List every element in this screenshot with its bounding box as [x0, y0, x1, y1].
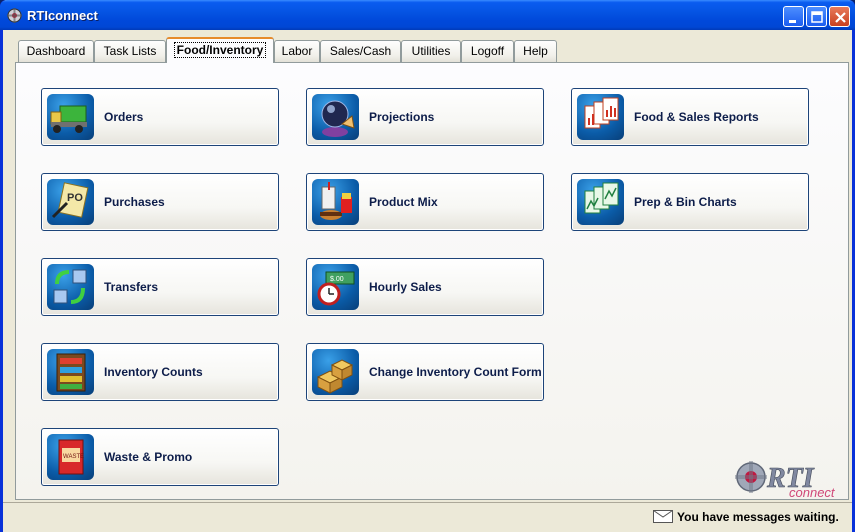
- button-label: Orders: [104, 110, 144, 124]
- product-mix-button[interactable]: Product Mix: [306, 173, 544, 231]
- logo-gear-icon: [735, 461, 767, 493]
- minimize-icon: [789, 20, 796, 23]
- shelves-icon: [47, 349, 94, 395]
- boxes-icon: [312, 349, 359, 395]
- purchase-order-icon: PO: [47, 179, 94, 225]
- waste-bin-icon: WASTE: [47, 434, 94, 480]
- clock-icon: $.00: [312, 264, 359, 310]
- reports-icon: [577, 94, 624, 140]
- button-label: Inventory Counts: [104, 365, 203, 379]
- tab-label: Task Lists: [103, 44, 157, 58]
- fast-food-icon: [312, 179, 359, 225]
- button-label: Change Inventory Count Form: [369, 365, 542, 379]
- button-label: Food & Sales Reports: [634, 110, 759, 124]
- transfer-arrows-icon: [47, 264, 94, 310]
- delivery-truck-icon: [47, 94, 94, 140]
- status-bar: You have messages waiting.: [3, 502, 852, 532]
- svg-text:PO: PO: [67, 192, 83, 204]
- tab-sales-cash[interactable]: Sales/Cash: [320, 40, 401, 62]
- tab-label: Logoff: [470, 44, 505, 58]
- client-area: Dashboard Task Lists Food/Inventory Labo…: [3, 30, 852, 532]
- tab-labor[interactable]: Labor: [274, 40, 320, 62]
- app-window: RTIconnect Dashboard Task Lists Food/Inv…: [0, 0, 855, 532]
- tab-label: Help: [523, 44, 548, 58]
- tab-label: Food/Inventory: [173, 42, 267, 58]
- button-label: Purchases: [104, 195, 165, 209]
- tab-panel: Orders PO Purchases Transfers Inventory …: [15, 62, 849, 500]
- maximize-button[interactable]: [806, 6, 827, 27]
- maximize-icon: [811, 11, 823, 23]
- close-icon: [835, 12, 846, 23]
- tab-label: Utilities: [411, 44, 451, 58]
- envelope-icon[interactable]: [653, 510, 673, 523]
- rticonnect-logo: RTI connect: [735, 461, 836, 499]
- tab-help[interactable]: Help: [514, 40, 557, 62]
- tab-utilities[interactable]: Utilities: [401, 40, 461, 62]
- logo-subtext: connect: [789, 485, 836, 499]
- tab-dashboard[interactable]: Dashboard: [18, 40, 94, 62]
- title-bar[interactable]: RTIconnect: [0, 0, 855, 30]
- projections-button[interactable]: Projections: [306, 88, 544, 146]
- tab-food-inventory[interactable]: Food/Inventory: [166, 37, 274, 63]
- button-label: Hourly Sales: [369, 280, 442, 294]
- orders-button[interactable]: Orders: [41, 88, 279, 146]
- crystal-ball-icon: [312, 94, 359, 140]
- food-sales-reports-button[interactable]: Food & Sales Reports: [571, 88, 809, 146]
- window-title: RTIconnect: [27, 8, 98, 23]
- tab-task-lists[interactable]: Task Lists: [94, 40, 166, 62]
- charts-icon: [577, 179, 624, 225]
- prep-bin-charts-button[interactable]: Prep & Bin Charts: [571, 173, 809, 231]
- messages-status-text[interactable]: You have messages waiting.: [677, 510, 839, 524]
- minimize-button[interactable]: [783, 6, 804, 27]
- svg-text:$.00: $.00: [330, 276, 344, 283]
- change-inventory-count-form-button[interactable]: Change Inventory Count Form: [306, 343, 544, 401]
- waste-promo-button[interactable]: WASTE Waste & Promo: [41, 428, 279, 486]
- tab-logoff[interactable]: Logoff: [461, 40, 514, 62]
- button-label: Waste & Promo: [104, 450, 193, 464]
- button-label: Projections: [369, 110, 435, 124]
- close-button[interactable]: [829, 6, 850, 27]
- inventory-counts-button[interactable]: Inventory Counts: [41, 343, 279, 401]
- button-label: Transfers: [104, 280, 159, 294]
- button-label: Product Mix: [369, 195, 438, 209]
- button-label: Prep & Bin Charts: [634, 195, 737, 209]
- purchases-button[interactable]: PO Purchases: [41, 173, 279, 231]
- svg-text:WASTE: WASTE: [63, 454, 84, 460]
- app-logo-icon: [7, 8, 22, 23]
- hourly-sales-button[interactable]: $.00 Hourly Sales: [306, 258, 544, 316]
- tab-label: Sales/Cash: [329, 44, 392, 58]
- tab-label: Dashboard: [26, 44, 86, 58]
- tab-label: Labor: [281, 44, 313, 58]
- transfers-button[interactable]: Transfers: [41, 258, 279, 316]
